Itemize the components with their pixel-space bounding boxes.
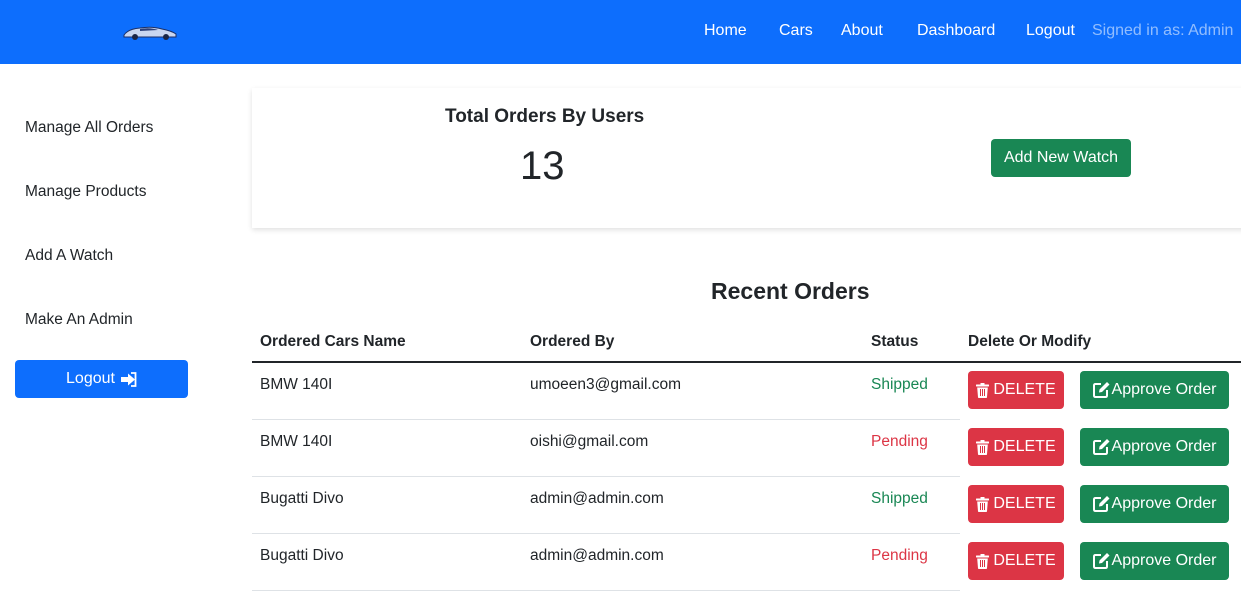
trash-icon <box>976 496 990 512</box>
approve-label: Approve Order <box>1111 381 1217 398</box>
ordered-by-cell: admin@admin.com <box>530 547 664 564</box>
top-navbar: Home Cars About Dashboard Logout Signed … <box>0 0 1241 64</box>
edit-icon <box>1092 496 1110 512</box>
table-row: Bugatti Divo admin@admin.com Pending DEL… <box>252 534 1241 591</box>
column-header-car-name: Ordered Cars Name <box>260 333 406 350</box>
edit-icon <box>1092 553 1110 569</box>
approve-label: Approve Order <box>1111 438 1217 455</box>
nav-logout-link[interactable]: Logout <box>1026 22 1075 40</box>
column-header-status: Status <box>871 333 919 350</box>
car-name-cell: BMW 140I <box>260 433 333 450</box>
delete-label: DELETE <box>993 495 1056 512</box>
column-header-actions: Delete Or Modify <box>968 333 1092 350</box>
trash-icon <box>976 382 990 398</box>
sidebar-item-manage-orders[interactable]: Manage All Orders <box>25 119 153 137</box>
delete-label: DELETE <box>993 381 1056 398</box>
sidebar-item-make-admin[interactable]: Make An Admin <box>25 311 133 329</box>
car-name-cell: Bugatti Divo <box>260 547 344 564</box>
trash-icon <box>976 553 990 569</box>
ordered-by-cell: umoeen3@gmail.com <box>530 376 681 393</box>
status-cell: Pending <box>871 547 928 564</box>
sidebar-item-manage-products[interactable]: Manage Products <box>25 183 147 201</box>
ordered-by-cell: admin@admin.com <box>530 490 664 507</box>
edit-icon <box>1092 382 1110 398</box>
status-cell: Shipped <box>871 490 928 507</box>
approve-label: Approve Order <box>1111 495 1217 512</box>
delete-label: DELETE <box>993 438 1056 455</box>
delete-order-button[interactable]: DELETE <box>968 542 1064 580</box>
car-name-cell: Bugatti Divo <box>260 490 344 507</box>
sign-out-icon <box>120 371 137 387</box>
table-row: BMW 140I oishi@gmail.com Pending DELETE … <box>252 420 1241 477</box>
status-cell: Pending <box>871 433 928 450</box>
delete-label: DELETE <box>993 552 1056 569</box>
sidebar-logout-button[interactable]: Logout <box>15 360 188 398</box>
column-header-ordered-by: Ordered By <box>530 333 615 350</box>
approve-order-button[interactable]: Approve Order <box>1080 542 1229 580</box>
edit-icon <box>1092 439 1110 455</box>
table-row: BMW 140I umoeen3@gmail.com Shipped DELET… <box>252 363 1241 420</box>
add-new-watch-button[interactable]: Add New Watch <box>991 139 1131 177</box>
delete-order-button[interactable]: DELETE <box>968 371 1064 409</box>
delete-order-button[interactable]: DELETE <box>968 428 1064 466</box>
total-orders-title: Total Orders By Users <box>445 106 645 127</box>
nav-dashboard-link[interactable]: Dashboard <box>917 22 995 40</box>
nav-home-link[interactable]: Home <box>704 22 747 40</box>
nav-about-link[interactable]: About <box>841 22 883 40</box>
approve-order-button[interactable]: Approve Order <box>1080 485 1229 523</box>
trash-icon <box>976 439 990 455</box>
delete-order-button[interactable]: DELETE <box>968 485 1064 523</box>
table-row: Bugatti Divo admin@admin.com Shipped DEL… <box>252 477 1241 534</box>
approve-label: Approve Order <box>1111 552 1217 569</box>
recent-orders-title: Recent Orders <box>711 278 870 304</box>
status-cell: Shipped <box>871 376 928 393</box>
ordered-by-cell: oishi@gmail.com <box>530 433 649 450</box>
car-name-cell: BMW 140I <box>260 376 333 393</box>
approve-order-button[interactable]: Approve Order <box>1080 371 1229 409</box>
total-orders-count: 13 <box>520 144 565 188</box>
approve-order-button[interactable]: Approve Order <box>1080 428 1229 466</box>
orders-summary-card: Total Orders By Users 13 Add New Watch <box>252 88 1241 228</box>
sidebar-logout-label: Logout <box>66 370 115 387</box>
nav-cars-link[interactable]: Cars <box>779 22 813 40</box>
sidebar-item-add-watch[interactable]: Add A Watch <box>25 247 113 265</box>
car-logo-icon[interactable] <box>120 22 180 42</box>
signed-in-label: Signed in as: Admin <box>1092 22 1234 39</box>
